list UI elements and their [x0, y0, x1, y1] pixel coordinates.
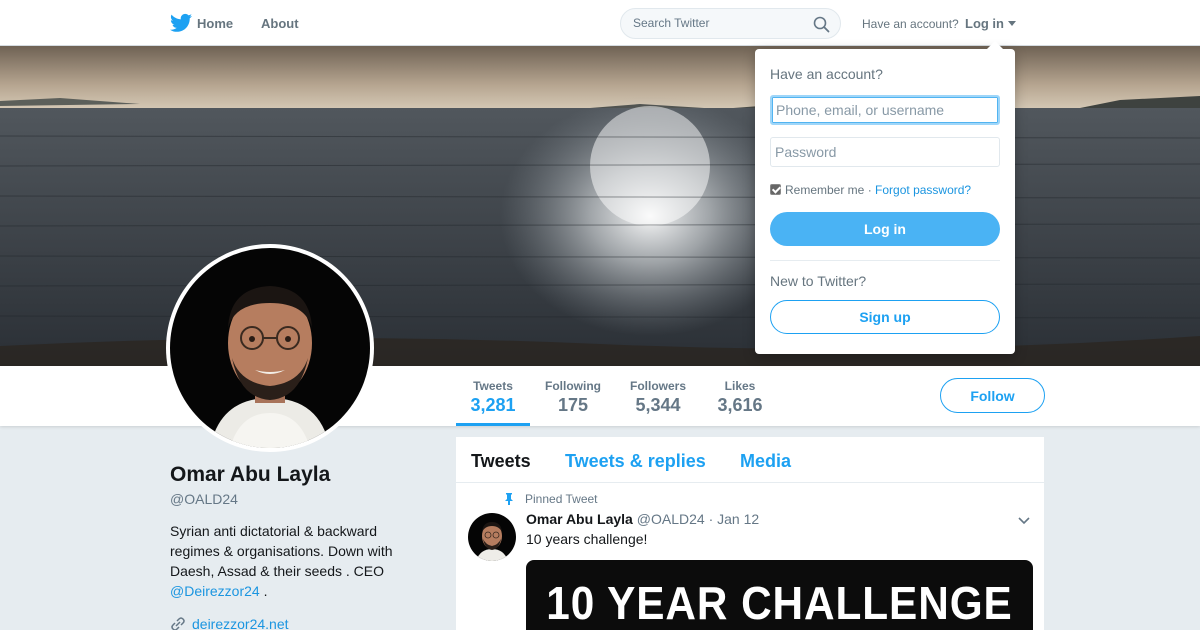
tab-media[interactable]: Media	[740, 451, 791, 472]
password-field[interactable]	[770, 137, 1000, 167]
tweet-text: 10 years challenge!	[526, 531, 648, 547]
search-icon[interactable]	[813, 16, 830, 33]
stat-label: Tweets	[473, 379, 513, 393]
stat-likes[interactable]: Likes 3,616	[712, 366, 768, 426]
nav-about-link[interactable]: About	[261, 16, 299, 31]
tweet-header: Omar Abu Layla @OALD24 · Jan 12	[526, 511, 759, 527]
search-input[interactable]	[633, 16, 808, 30]
stat-value: 3,616	[717, 395, 763, 415]
login-button[interactable]: Log in	[770, 212, 1000, 246]
link-icon	[171, 617, 185, 630]
stat-value: 175	[557, 395, 589, 415]
tweet-handle[interactable]: @OALD24	[637, 511, 705, 527]
profile-avatar[interactable]	[166, 244, 374, 452]
stat-tweets[interactable]: Tweets 3,281	[456, 366, 530, 426]
stat-value: 5,344	[635, 395, 681, 415]
pin-icon	[505, 493, 513, 505]
twitter-bird-icon[interactable]	[170, 13, 192, 33]
stat-label: Following	[545, 379, 601, 393]
timeline-tabs: Tweets Tweets & replies Media	[456, 437, 1044, 483]
stat-followers[interactable]: Followers 5,344	[626, 366, 690, 426]
stat-following[interactable]: Following 175	[540, 366, 606, 426]
tweet-media-image[interactable]: 10 YEAR CHALLENGE	[526, 560, 1033, 630]
tweet-fullname[interactable]: Omar Abu Layla	[526, 511, 633, 527]
bio-tail: .	[263, 583, 268, 599]
tab-tweets-replies[interactable]: Tweets & replies	[565, 451, 706, 472]
remember-row: Remember me · Forgot password?	[770, 183, 971, 197]
remember-separator: ·	[867, 183, 872, 197]
stat-label: Followers	[629, 379, 686, 393]
profile-bio: Syrian anti dictatorial & backward regim…	[170, 521, 420, 601]
divider	[770, 260, 1000, 261]
new-to-twitter-text: New to Twitter?	[770, 273, 867, 289]
timeline: Tweets Tweets & replies Media Pinned Twe…	[456, 437, 1044, 630]
stat-value: 3,281	[470, 395, 516, 415]
profile-name[interactable]: Omar Abu Layla	[170, 463, 330, 487]
dropdown-arrow	[987, 41, 1003, 49]
signup-button[interactable]: Sign up	[770, 300, 1000, 334]
tweet-separator: ·	[708, 511, 714, 527]
stat-label: Likes	[724, 379, 756, 393]
pinned-tweet-label: Pinned Tweet	[525, 492, 598, 506]
tab-tweets[interactable]: Tweets	[471, 451, 531, 472]
username-field[interactable]	[770, 95, 1000, 125]
search-box[interactable]	[620, 8, 841, 39]
remember-checkbox[interactable]	[770, 184, 781, 195]
chevron-down-icon[interactable]	[1008, 21, 1016, 26]
profile-url-link[interactable]: deirezzor24.net	[192, 616, 289, 630]
forgot-password-link[interactable]: Forgot password?	[875, 183, 971, 197]
top-navigation: Home About Have an account? Log in	[0, 0, 1200, 46]
tweet-timestamp[interactable]: Jan 12	[717, 511, 759, 527]
media-caption: 10 YEAR CHALLENGE	[546, 577, 1013, 629]
have-account-text: Have an account?	[862, 17, 959, 31]
login-dropdown-toggle[interactable]: Log in	[965, 16, 1004, 31]
follow-button[interactable]: Follow	[940, 378, 1045, 413]
profile-url: deirezzor24.net	[170, 616, 289, 630]
dropdown-heading: Have an account?	[770, 66, 883, 82]
tweet-avatar[interactable]	[468, 513, 516, 561]
profile-handle[interactable]: @OALD24	[170, 491, 238, 507]
bio-text: Syrian anti dictatorial & backward regim…	[170, 523, 393, 579]
nav-home-link[interactable]: Home	[197, 16, 233, 31]
login-dropdown: Have an account? Remember me · Forgot pa…	[755, 41, 1015, 354]
bio-mention-link[interactable]: @Deirezzor24	[170, 583, 260, 599]
chevron-down-icon[interactable]	[1018, 517, 1030, 525]
remember-label[interactable]: Remember me	[785, 183, 864, 197]
